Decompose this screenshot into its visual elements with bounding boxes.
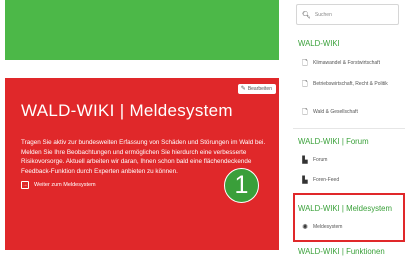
section-title-forum[interactable]: WALD-WIKI | Forum	[298, 137, 369, 146]
pencil-icon: ✎	[240, 86, 246, 92]
sidebar-item-meldesystem[interactable]: ✺ Meldesystem	[301, 224, 342, 231]
document-icon: 🗋	[302, 60, 308, 67]
sidebar-item-foren-feed[interactable]: ▙ Foren-Feed	[301, 177, 339, 184]
alert-icon: ✺	[302, 224, 308, 231]
sidebar-item-betriebswirtschaft[interactable]: 🗋 Betriebswirtschaft, Recht & Politik	[301, 81, 401, 88]
green-banner	[5, 0, 279, 60]
edit-button-label: Bearbeiten	[247, 86, 272, 92]
step-badge: 1	[224, 168, 259, 203]
divider	[293, 128, 405, 129]
section-title-meldesystem[interactable]: WALD-WIKI | Meldesystem	[298, 204, 392, 213]
sidebar-item-label: Forum	[313, 157, 328, 163]
meldesystem-hero: ✎ Bearbeiten WALD-WIKI | Meldesystem Tra…	[5, 78, 279, 250]
hero-title: WALD-WIKI | Meldesystem	[21, 101, 233, 120]
sidebar-item-forum[interactable]: ▙ Forum	[301, 157, 327, 164]
edit-button[interactable]: ✎ Bearbeiten	[237, 84, 276, 94]
document-icon: 🗋	[302, 109, 308, 116]
sidebar-item-label: Foren-Feed	[313, 177, 340, 183]
sidebar-item-label: Klimawandel & Forstwirtschaft	[313, 60, 380, 66]
sidebar-item-label: Meldesystem	[313, 224, 343, 230]
arrow-right-box-icon: →	[21, 181, 29, 189]
chat-icon: ▙	[302, 157, 308, 164]
sidebar-item-wald-gesellschaft[interactable]: 🗋 Wald & Gesellschaft	[301, 109, 358, 116]
meldesystem-link[interactable]: → Weiter zum Meldesystem	[21, 180, 96, 190]
search-input[interactable]	[314, 11, 395, 18]
chat-icon: ▙	[302, 177, 308, 184]
sidebar: 🔍︎ WALD-WIKI 🗋 Klimawandel & Forstwirtsc…	[290, 0, 405, 257]
search-box[interactable]: 🔍︎	[296, 4, 399, 25]
section-title-wald-wiki[interactable]: WALD-WIKI	[298, 39, 340, 48]
search-icon: 🔍︎	[302, 11, 311, 19]
highlight-box	[293, 193, 405, 242]
document-icon: 🗋	[302, 81, 308, 88]
sidebar-item-label: Wald & Gesellschaft	[313, 109, 358, 115]
sidebar-item-klimawandel[interactable]: 🗋 Klimawandel & Forstwirtschaft	[301, 60, 380, 67]
section-title-funktionen[interactable]: WALD-WIKI | Funktionen	[298, 247, 385, 256]
sidebar-item-label: Betriebswirtschaft, Recht & Politik	[313, 81, 388, 87]
meldesystem-link-label: Weiter zum Meldesystem	[34, 182, 96, 188]
